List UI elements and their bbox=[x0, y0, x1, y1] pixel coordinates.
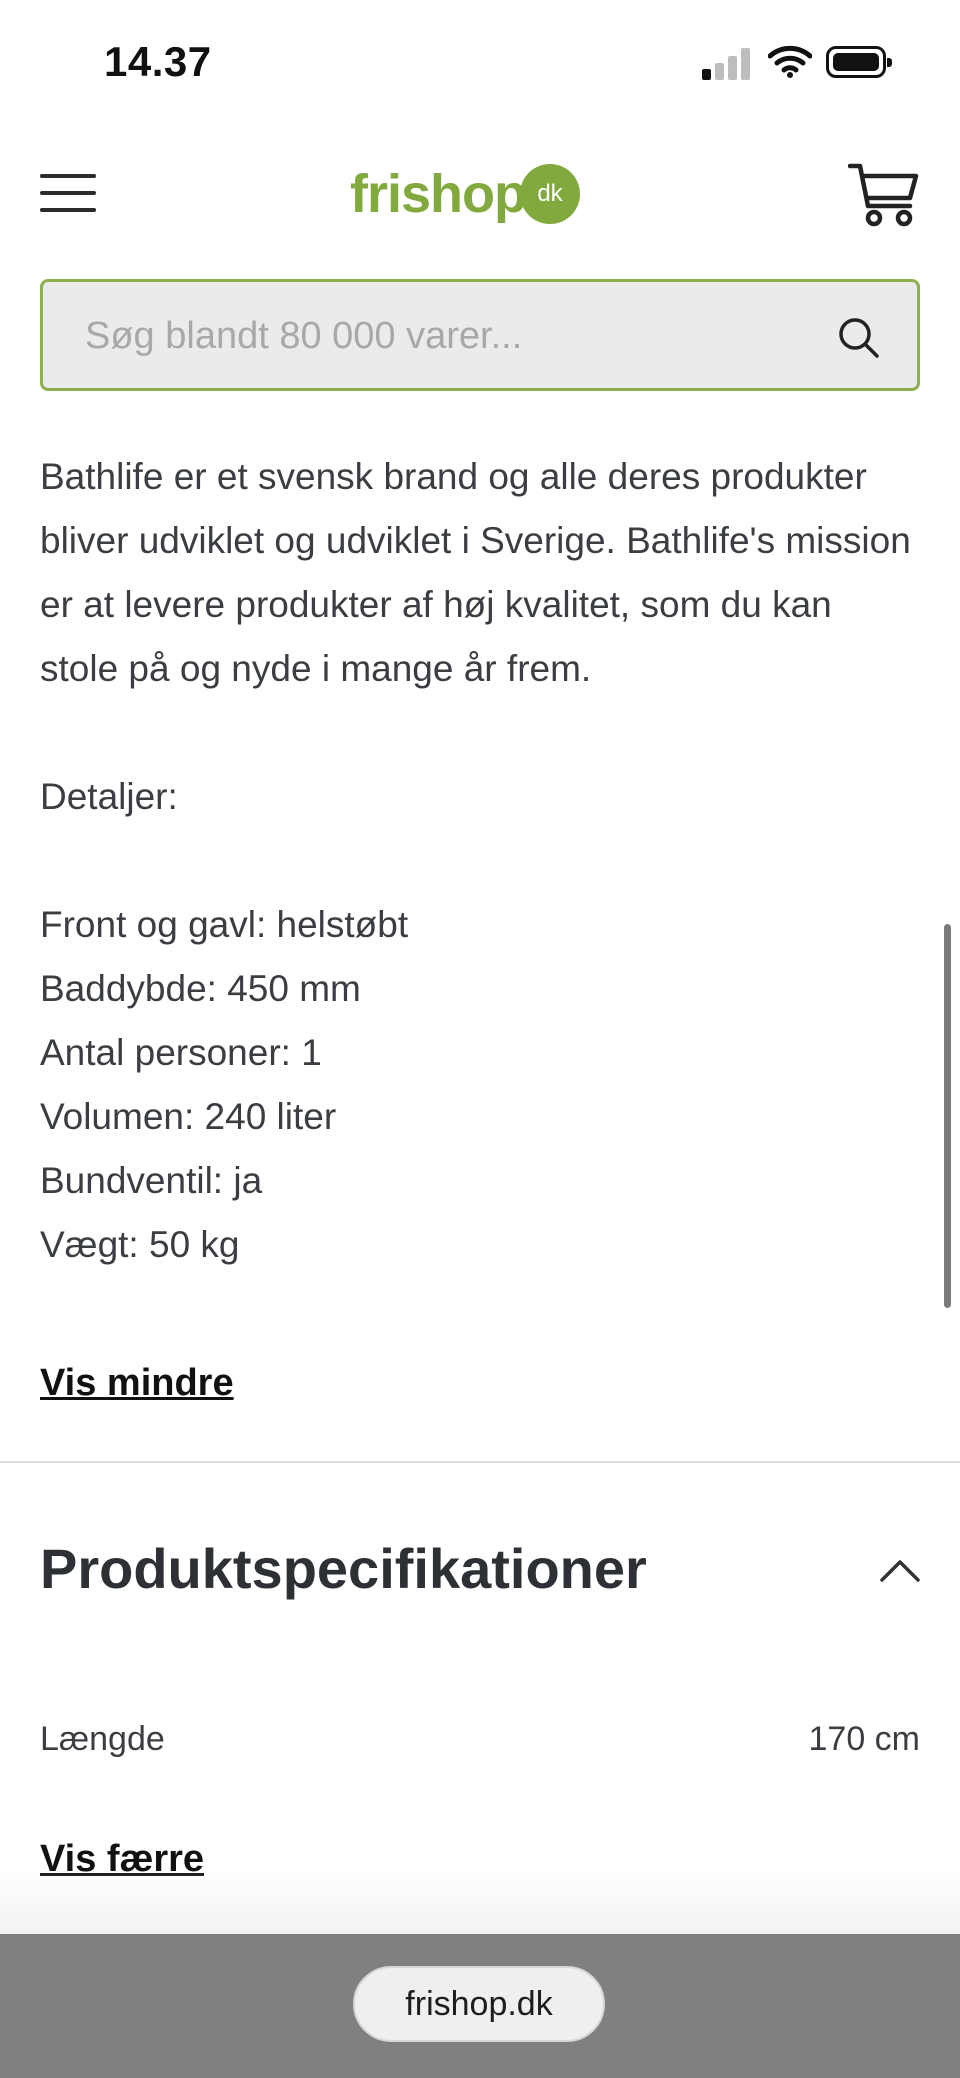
logo-text: frishop bbox=[350, 164, 527, 224]
scrollbar[interactable] bbox=[944, 924, 951, 1308]
battery-icon bbox=[826, 46, 892, 78]
status-time: 14.37 bbox=[104, 38, 212, 85]
detail-item: Vægt: 50 kg bbox=[40, 1224, 240, 1265]
product-description: Bathlife er et svensk brand og alle dere… bbox=[40, 445, 920, 1277]
detail-item: Front og gavl: helstøbt bbox=[40, 904, 409, 945]
description-paragraph: Bathlife er et svensk brand og alle dere… bbox=[40, 456, 911, 689]
cart-icon[interactable] bbox=[848, 160, 920, 230]
detail-item: Baddybde: 450 mm bbox=[40, 968, 361, 1009]
logo[interactable]: frishop dk bbox=[350, 163, 580, 225]
search-icon[interactable] bbox=[837, 316, 881, 360]
spec-value: 170 cm bbox=[808, 1720, 921, 1758]
details-heading: Detaljer: bbox=[40, 776, 178, 817]
cellular-signal-icon bbox=[702, 48, 752, 80]
chevron-up-icon[interactable] bbox=[876, 1550, 924, 1590]
spec-row: Længde 170 cm bbox=[40, 1720, 920, 1770]
url-pill[interactable]: frishop.dk bbox=[353, 1966, 605, 2042]
status-bar: 14.37 bbox=[0, 0, 960, 120]
menu-icon[interactable] bbox=[40, 170, 96, 216]
search-bar bbox=[40, 279, 920, 391]
detail-item: Bundventil: ja bbox=[40, 1160, 263, 1201]
section-divider bbox=[0, 1461, 960, 1463]
specs-title[interactable]: Produktspecifikationer bbox=[40, 1536, 647, 1601]
search-input[interactable] bbox=[83, 282, 827, 390]
detail-item: Antal personer: 1 bbox=[40, 1032, 322, 1073]
spec-label: Længde bbox=[40, 1720, 165, 1758]
show-less-link[interactable]: Vis mindre bbox=[40, 1362, 234, 1405]
detail-item: Volumen: 240 liter bbox=[40, 1096, 337, 1137]
fade-overlay bbox=[0, 1870, 960, 1934]
logo-badge: dk bbox=[520, 164, 580, 224]
wifi-icon bbox=[768, 45, 812, 78]
